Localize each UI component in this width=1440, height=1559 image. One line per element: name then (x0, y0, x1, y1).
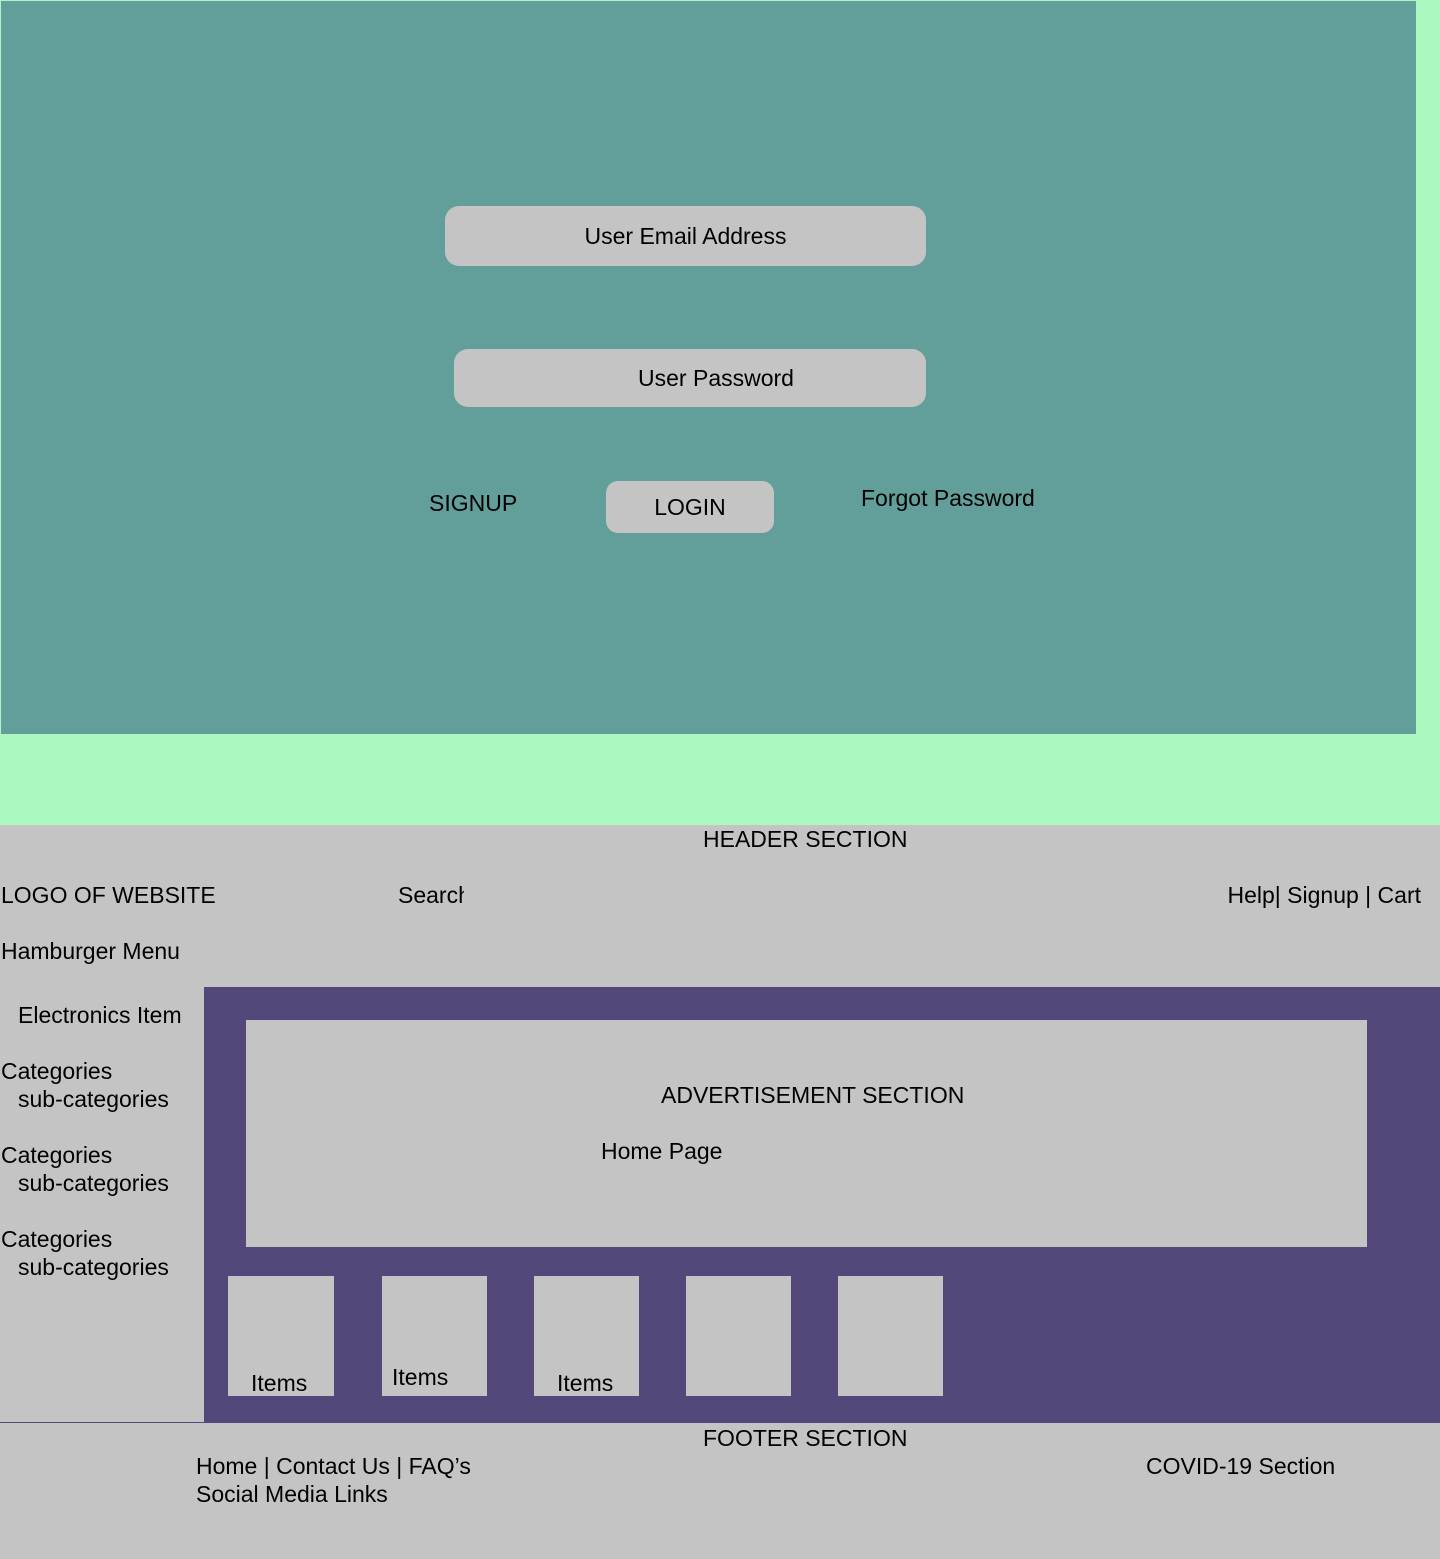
sidebar-category[interactable]: Categories (1, 1060, 112, 1083)
sidebar-title: Electronics Item (18, 1002, 182, 1028)
sidebar-subcategory[interactable]: sub-categories (18, 1256, 169, 1279)
footer-links[interactable]: Home | Contact Us | FAQ’s (196, 1455, 471, 1478)
email-placeholder: User Email Address (584, 222, 787, 249)
website-logo[interactable]: LOGO OF WEBSITE (1, 884, 216, 907)
email-input[interactable]: User Email Address (445, 206, 926, 266)
footer-divider (0, 1422, 204, 1423)
sidebar-category[interactable]: Categories (1, 1228, 112, 1251)
advertisement-title: ADVERTISEMENT SECTION (661, 1082, 965, 1108)
item-card[interactable]: Items (534, 1276, 639, 1396)
item-label: Items (557, 1370, 614, 1396)
login-button[interactable]: LOGIN (606, 481, 774, 533)
login-button-label: LOGIN (654, 493, 726, 520)
signup-link[interactable]: SIGNUP (429, 492, 517, 515)
login-panel: User Email Address User Password SIGNUP … (1, 1, 1416, 734)
password-input[interactable]: User Password (454, 349, 926, 407)
sidebar-subcategory[interactable]: sub-categories (18, 1088, 169, 1111)
social-media-links[interactable]: Social Media Links (196, 1483, 388, 1506)
item-label: Items (392, 1364, 449, 1390)
search-input[interactable]: Search (398, 884, 464, 907)
hamburger-menu[interactable]: Hamburger Menu (1, 940, 180, 963)
item-card[interactable] (838, 1276, 943, 1396)
item-label: Items (251, 1370, 308, 1396)
item-card[interactable]: Items (228, 1276, 334, 1396)
covid-section-link[interactable]: COVID-19 Section (1146, 1455, 1335, 1478)
password-placeholder: User Password (638, 364, 794, 391)
forgot-password-link[interactable]: Forgot Password (861, 487, 1035, 510)
item-card[interactable]: Items (382, 1276, 487, 1396)
header-links[interactable]: Help| Signup | Cart (1228, 884, 1422, 907)
home-page-label: Home Page (601, 1138, 723, 1164)
advertisement-box[interactable] (246, 1020, 1367, 1247)
header-section-title: HEADER SECTION (703, 826, 908, 852)
item-card[interactable] (686, 1276, 791, 1396)
sidebar-subcategory[interactable]: sub-categories (18, 1172, 169, 1195)
footer-section-title: FOOTER SECTION (703, 1425, 908, 1451)
sidebar-category[interactable]: Categories (1, 1144, 112, 1167)
